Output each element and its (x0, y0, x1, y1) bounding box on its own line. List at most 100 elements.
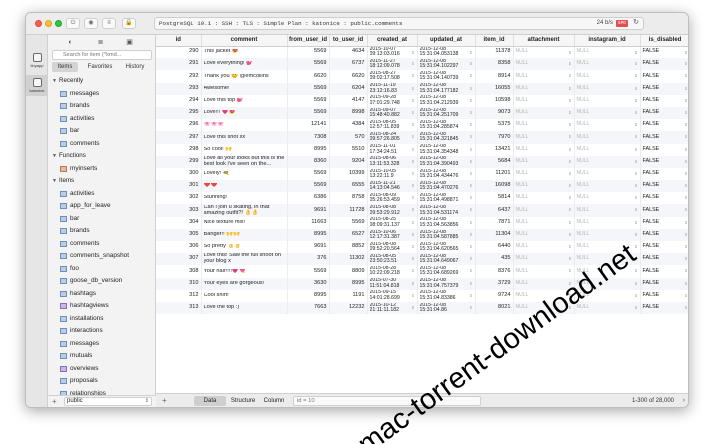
cell-created-at[interactable]: 2015-09-07 15:48:40.882 ⇕ (367, 106, 418, 120)
cell-id[interactable]: 299 (156, 155, 202, 168)
chevron-updown-icon[interactable]: ⇕ (634, 305, 637, 311)
cell-item-id[interactable]: 16098 (475, 180, 514, 193)
chevron-updown-icon[interactable]: ⇕ (684, 86, 687, 92)
cell-item-id[interactable]: 11201 (475, 167, 514, 181)
cell-to-user-id[interactable]: 6204 (329, 82, 368, 95)
sidebar-item[interactable]: myinserts (48, 163, 156, 176)
cell-is-disabled[interactable]: FALSE ⇕ (640, 277, 688, 290)
cell-comment[interactable]: Love the top :) (201, 301, 288, 315)
sidebar-item[interactable]: foo (48, 263, 156, 276)
cell-updated-at[interactable]: 2015-12-08 15:31:04.390493 ⇕ (417, 155, 476, 168)
cell-item-id[interactable]: 10598 (475, 94, 514, 107)
cell-attachment[interactable]: NULL ⇕ (513, 70, 575, 83)
column-header[interactable]: attachment (513, 35, 575, 47)
cell-instagram-id[interactable]: NULL ⇕ (574, 82, 641, 95)
cell-id[interactable]: 293 (156, 82, 202, 95)
cell-attachment[interactable]: NULL ⇕ (513, 180, 575, 193)
cell-from-user-id[interactable]: 5569 (287, 265, 330, 278)
cell-updated-at[interactable]: 2015-12-08 15:31:04.649067 ⇕ (417, 253, 476, 266)
table-row[interactable]: 300 Lovely! 💐 5569 10399 2015-10-05 13:22:11… (156, 167, 688, 181)
column-header[interactable]: updated_at (417, 35, 476, 47)
chevron-updown-icon[interactable]: ⇕ (469, 110, 472, 115)
cell-id[interactable]: 313 (156, 301, 202, 315)
cell-attachment[interactable]: NULL ⇕ (513, 167, 575, 181)
cell-item-id[interactable]: 13421 (475, 143, 514, 156)
cell-item-id[interactable]: 16055 (475, 82, 514, 95)
plug-icon[interactable]: ◐ (66, 38, 75, 47)
cell-item-id[interactable]: 11378 (475, 46, 514, 59)
cell-from-user-id[interactable]: 12141 (287, 119, 330, 132)
table-row[interactable]: 296 🌸🌸🌸 12141 4384 2015-08-05 12:57:11.839 ⇕ 2… (156, 119, 688, 132)
cell-comment[interactable]: Love!!! 💗😻 (201, 106, 288, 120)
chevron-updown-icon[interactable]: ⇕ (568, 232, 571, 238)
cell-from-user-id[interactable]: 5569 (287, 46, 330, 59)
sidebar-group[interactable]: ▼ Items (48, 175, 156, 188)
sidebar-item[interactable]: interactions (48, 325, 156, 338)
cell-comment[interactable]: Cool shirt! (201, 289, 288, 302)
table-row[interactable]: 303 Can I join u skating, in that amazing… (156, 204, 688, 217)
chevron-updown-icon[interactable]: ⇕ (411, 147, 414, 152)
cell-is-disabled[interactable]: FALSE ⇕ (640, 289, 688, 302)
cell-updated-at[interactable]: 2015-12-08 15:31:04.140739 ⇕ (417, 70, 476, 83)
cell-to-user-id[interactable]: 6555 (329, 180, 368, 193)
sidebar-item[interactable]: brands (48, 100, 156, 113)
cell-to-user-id[interactable]: 4384 (329, 119, 368, 132)
chevron-updown-icon[interactable]: ⇕ (469, 61, 472, 66)
column-header[interactable]: to_user_id (329, 35, 368, 47)
cell-item-id[interactable]: 11304 (475, 228, 514, 241)
cell-updated-at[interactable]: 2015-12-08 15:31:04.102297 ⇕ (417, 58, 476, 71)
sidebar-group[interactable]: ▼ Functions (48, 150, 156, 163)
sidebar-group[interactable]: ▼ Recently (48, 75, 156, 88)
chevron-updown-icon[interactable]: ⇕ (568, 61, 571, 67)
cell-item-id[interactable]: 8021 (475, 301, 514, 315)
cell-created-at[interactable]: 2015-10-12 21:11:11.182 ⇕ (367, 301, 418, 315)
cell-attachment[interactable]: NULL ⇕ (513, 131, 575, 144)
cell-id[interactable]: 305 (156, 228, 202, 241)
cell-attachment[interactable]: NULL ⇕ (513, 265, 575, 278)
cell-comment[interactable]: Nice texture mix! (201, 216, 288, 229)
chevron-updown-icon[interactable]: ⇕ (411, 134, 414, 139)
cell-updated-at[interactable]: 2015-12-08 15:31:04.285874 ⇕ (417, 119, 476, 132)
cell-is-disabled[interactable]: FALSE ⇕ (640, 58, 688, 71)
chevron-updown-icon[interactable]: ⇕ (568, 98, 571, 104)
chevron-updown-icon[interactable]: ⇕ (411, 61, 414, 66)
chevron-updown-icon[interactable]: ⇕ (469, 195, 472, 200)
cell-is-disabled[interactable]: FALSE ⇕ (640, 216, 688, 229)
table-row[interactable]: 304 Nice texture mix! 11663 5569 2015-08-25 … (156, 216, 688, 229)
chevron-updown-icon[interactable]: ⇕ (634, 50, 637, 56)
cell-item-id[interactable]: 9073 (475, 106, 514, 120)
cell-comment[interactable]: Love this shot xx (201, 131, 288, 144)
table-row[interactable]: 292 Thank you 😊 @emcollins 6620 6620 2015-08… (156, 70, 688, 83)
cell-id[interactable]: 312 (156, 289, 202, 302)
cell-created-at[interactable]: 2015-08-08 09:53:29.912 ⇕ (367, 204, 418, 217)
cell-to-user-id[interactable]: 5569 (329, 216, 368, 229)
sidebar-item[interactable]: activities (48, 188, 156, 201)
sidebar-item[interactable]: mutuals (48, 350, 156, 363)
column-header[interactable]: is_disabled (640, 35, 688, 47)
cell-created-at[interactable]: 2015-10-07 09:13:03.016 ⇕ (367, 46, 418, 59)
cell-created-at[interactable]: 2015-08-08 09:52:20.564 ⇕ (367, 241, 418, 254)
cell-is-disabled[interactable]: FALSE ⇕ (640, 253, 688, 266)
chevron-updown-icon[interactable]: ⇕ (568, 220, 571, 226)
cell-from-user-id[interactable]: 7308 (287, 131, 330, 144)
cell-created-at[interactable]: 2015-07-30 11:51:04.818 ⇕ (367, 277, 418, 290)
cell-to-user-id[interactable]: 12232 (329, 301, 368, 315)
chevron-updown-icon[interactable]: ⇕ (684, 220, 687, 226)
cell-item-id[interactable]: 7970 (475, 131, 514, 144)
cell-item-id[interactable]: 3729 (475, 277, 514, 290)
chevron-updown-icon[interactable]: ⇕ (411, 256, 414, 261)
chevron-updown-icon[interactable]: ⇕ (634, 244, 637, 250)
cell-attachment[interactable]: NULL ⇕ (513, 192, 575, 205)
chevron-updown-icon[interactable]: ⇕ (568, 183, 571, 189)
cell-instagram-id[interactable]: NULL ⇕ (574, 70, 641, 83)
cell-to-user-id[interactable]: 1191 (329, 289, 368, 302)
cell-instagram-id[interactable]: NULL ⇕ (574, 216, 641, 229)
chevron-updown-icon[interactable]: ⇕ (568, 207, 571, 213)
chevron-updown-icon[interactable]: ⇕ (411, 281, 414, 286)
chevron-updown-icon[interactable]: ⇕ (634, 293, 637, 299)
cell-attachment[interactable]: NULL ⇕ (513, 143, 575, 156)
cell-comment[interactable]: So cool! 🙌 (201, 143, 288, 156)
cell-instagram-id[interactable]: NULL ⇕ (574, 58, 641, 71)
chevron-updown-icon[interactable]: ⇕ (469, 220, 472, 225)
sidebar-item[interactable]: hashtags (48, 288, 156, 301)
